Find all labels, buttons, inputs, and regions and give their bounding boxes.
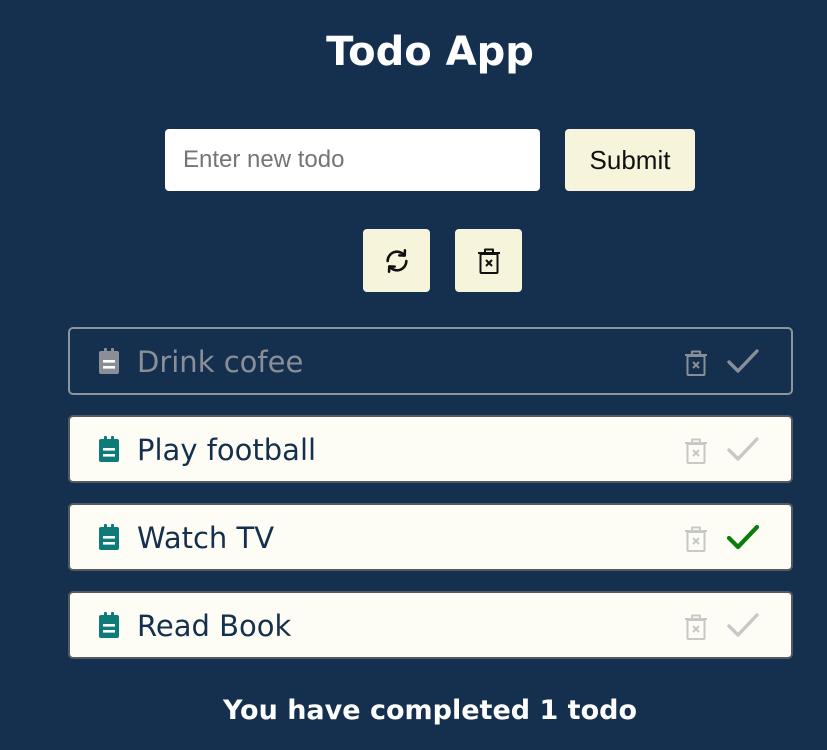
todo-item[interactable]: Play football — [68, 415, 793, 483]
toolbar — [363, 229, 522, 292]
trash-x-icon — [477, 248, 500, 274]
todo-item[interactable]: Watch TV — [68, 503, 793, 571]
todo-text: Watch TV — [137, 521, 275, 555]
new-todo-form: Submit — [165, 129, 695, 191]
clipboard-icon — [98, 347, 120, 379]
clipboard-icon — [98, 611, 120, 643]
delete-todo-icon[interactable] — [684, 525, 708, 557]
completed-summary: You have completed 1 todo — [222, 695, 638, 726]
clipboard-icon — [98, 523, 120, 555]
todo-text: Play football — [137, 433, 317, 467]
new-todo-input[interactable] — [165, 129, 540, 191]
check-icon[interactable] — [726, 435, 760, 467]
todo-item[interactable]: Drink cofee — [68, 327, 793, 395]
clear-all-button[interactable] — [455, 229, 522, 292]
todo-text: Read Book — [137, 609, 292, 643]
delete-todo-icon[interactable] — [684, 349, 708, 381]
todo-list: Drink cofee Play football Watch TV Read Boo… — [68, 327, 793, 679]
todo-app: Todo App Submit Drink cofee Play football… — [0, 0, 827, 750]
submit-button[interactable]: Submit — [565, 129, 695, 191]
delete-todo-icon[interactable] — [684, 437, 708, 469]
todo-text: Drink cofee — [137, 345, 304, 379]
clipboard-icon — [98, 435, 120, 467]
check-icon[interactable] — [726, 347, 760, 379]
todo-item[interactable]: Read Book — [68, 591, 793, 659]
page-title: Todo App — [326, 29, 534, 75]
refresh-icon — [385, 248, 408, 273]
check-icon[interactable] — [726, 611, 760, 643]
refresh-button[interactable] — [363, 229, 430, 292]
check-icon[interactable] — [726, 523, 760, 555]
delete-todo-icon[interactable] — [684, 613, 708, 645]
